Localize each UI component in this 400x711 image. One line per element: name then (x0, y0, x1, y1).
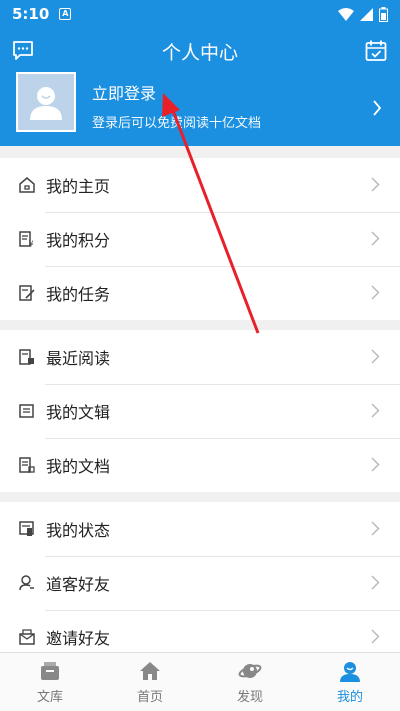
discover-icon (238, 663, 262, 678)
profile-icon (340, 661, 360, 682)
user-avatar-icon (30, 87, 62, 120)
menu-item-label: 我的任务 (46, 285, 111, 304)
tab-profile[interactable]: 我的 (300, 653, 400, 711)
tab-label: 文库 (36, 689, 63, 705)
chevron-right-icon (371, 403, 380, 418)
document-icon (18, 456, 36, 474)
login-link[interactable]: 立即登录 (92, 80, 156, 104)
friends-icon (18, 574, 36, 592)
notification-icon: A (59, 8, 72, 20)
status-time: 5:10 (12, 5, 50, 23)
menu-item-status[interactable]: 我的状态 (0, 502, 400, 556)
status-icons (338, 6, 388, 22)
menu-item-tasks[interactable]: 我的任务 (0, 266, 400, 320)
invite-icon (18, 628, 36, 646)
menu-group-3: 我的状态 道客好友 邀请好友 (0, 502, 400, 664)
menu-item-label: 我的状态 (46, 521, 111, 540)
chevron-right-icon (371, 231, 380, 246)
menu-item-label: 道客好友 (46, 575, 111, 594)
bottom-tab-bar: 文库 首页 发现 我的 (0, 652, 400, 711)
menu-item-friends[interactable]: 道客好友 (0, 556, 400, 610)
signal-icon (360, 7, 373, 21)
wifi-icon (338, 7, 354, 21)
tab-discover[interactable]: 发现 (200, 653, 300, 711)
tab-label: 发现 (236, 689, 263, 705)
chevron-right-icon (371, 521, 380, 536)
menu-group-1: 我的主页 ¥ 我的积分 我的任务 (0, 158, 400, 320)
chevron-right-icon (371, 575, 380, 590)
menu-item-points[interactable]: ¥ 我的积分 (0, 212, 400, 266)
profile-header: 个人中心 立即登录 登录后可以免费阅读十亿文档 (0, 28, 400, 146)
home-icon (140, 661, 160, 680)
menu-item-label: 我的文辑 (46, 403, 111, 422)
svg-text:¥: ¥ (29, 240, 34, 249)
status-icon (18, 520, 36, 538)
menu-item-collections[interactable]: 我的文辑 (0, 384, 400, 438)
menu-item-homepage[interactable]: 我的主页 (0, 158, 400, 212)
menu-item-label: 我的主页 (46, 177, 111, 196)
points-icon: ¥ (18, 230, 36, 248)
login-subtitle: 登录后可以免费阅读十亿文档 (92, 116, 262, 131)
chevron-right-icon (371, 177, 380, 192)
avatar[interactable] (16, 72, 76, 132)
recent-reading-icon (18, 348, 36, 366)
chevron-right-icon (371, 349, 380, 364)
page-title: 个人中心 (161, 42, 238, 64)
collection-icon (18, 402, 36, 420)
menu-item-label: 最近阅读 (46, 349, 111, 368)
tab-home[interactable]: 首页 (100, 653, 200, 711)
chevron-right-icon (371, 285, 380, 300)
tab-label: 首页 (136, 689, 163, 705)
battery-icon (379, 6, 388, 22)
menu-item-label: 我的文档 (46, 457, 111, 476)
tab-library[interactable]: 文库 (0, 653, 100, 711)
library-icon (41, 661, 59, 680)
task-icon (18, 284, 36, 302)
status-bar: 5:10 A (0, 0, 400, 28)
menu-item-label: 我的积分 (46, 231, 111, 250)
menu-item-label: 邀请好友 (46, 629, 111, 648)
chevron-right-icon (371, 629, 380, 644)
menu-group-2: 最近阅读 我的文辑 我的文档 (0, 330, 400, 492)
menu-item-documents[interactable]: 我的文档 (0, 438, 400, 492)
calendar-checkin-icon[interactable] (364, 39, 388, 63)
chevron-right-icon[interactable] (372, 100, 382, 116)
chevron-right-icon (371, 457, 380, 472)
menu-item-recent-reading[interactable]: 最近阅读 (0, 330, 400, 384)
tab-label: 我的 (336, 689, 363, 705)
home-icon (18, 176, 36, 194)
